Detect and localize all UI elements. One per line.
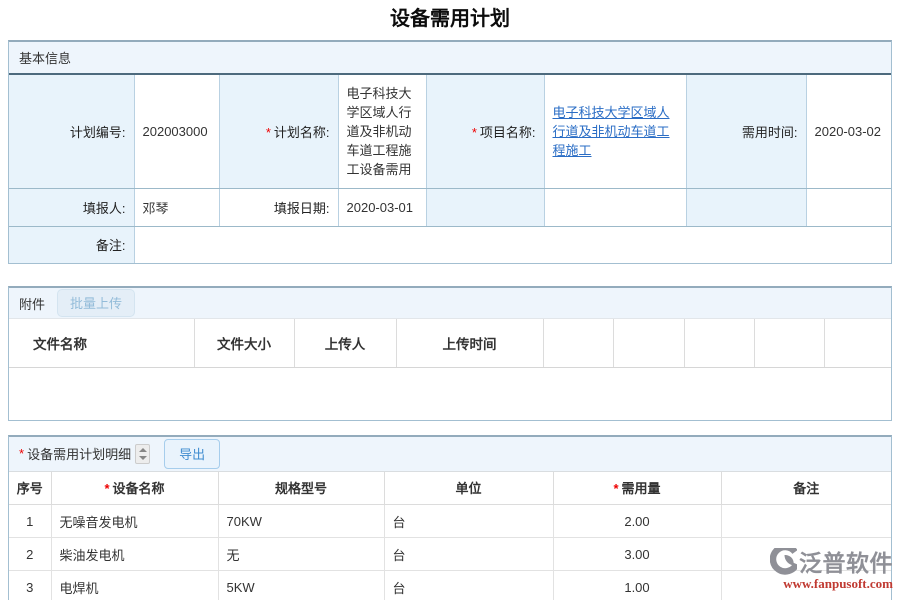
sort-spinner-icon[interactable] xyxy=(135,444,150,464)
detail-cell: 3 xyxy=(9,571,51,600)
detail-column-header: 备注 xyxy=(721,472,891,505)
detail-cell xyxy=(721,505,891,538)
required-mark: * xyxy=(104,481,109,496)
table-row: 3电焊机5KW台1.00 xyxy=(9,571,891,600)
basic-info-section-header: 基本信息 xyxy=(9,42,891,75)
attachments-column-header: 上传时间 xyxy=(396,319,543,367)
table-row: 1无噪音发电机70KW台2.00 xyxy=(9,505,891,538)
table-row: 备注: xyxy=(9,226,891,263)
attachments-column-header xyxy=(613,319,684,367)
attachments-header-row: 文件名称文件大小上传人上传时间 xyxy=(9,319,891,367)
attachments-column-header xyxy=(754,319,824,367)
reporter-label: 填报人: xyxy=(9,188,134,226)
detail-cell xyxy=(721,538,891,571)
attachments-section-title: 附件 xyxy=(19,294,45,313)
project-name-label: *项目名称: xyxy=(426,75,544,188)
attachments-column-header xyxy=(543,319,613,367)
detail-cell: 70KW xyxy=(218,505,384,538)
attachments-section: 附件 批量上传 文件名称文件大小上传人上传时间 xyxy=(8,286,892,421)
detail-cell: 台 xyxy=(384,505,553,538)
required-mark: * xyxy=(472,125,477,140)
detail-section-header: * 设备需用计划明细 导出 xyxy=(9,437,891,472)
required-mark: * xyxy=(19,446,24,461)
required-mark: * xyxy=(613,481,618,496)
detail-column-header: 规格型号 xyxy=(218,472,384,505)
table-row: 填报人: 邓琴 填报日期: 2020-03-01 xyxy=(9,188,891,226)
attachments-section-header: 附件 批量上传 xyxy=(9,288,891,319)
attachments-empty-body xyxy=(9,368,891,420)
detail-cell: 5KW xyxy=(218,571,384,600)
project-name-link[interactable]: 电子科技大学区域人行道及非机动车道工程施工 xyxy=(553,105,670,158)
detail-column-header: *设备名称 xyxy=(51,472,218,505)
basic-info-section-title: 基本信息 xyxy=(19,48,71,67)
detail-cell: 无 xyxy=(218,538,384,571)
detail-header-row: 序号*设备名称规格型号单位*需用量备注 xyxy=(9,472,891,505)
remark-label: 备注: xyxy=(9,226,134,263)
detail-cell: 1.00 xyxy=(553,571,721,600)
project-name-cell: 电子科技大学区域人行道及非机动车道工程施工 xyxy=(544,75,686,188)
plan-name-value: 电子科技大学区域人行道及非机动车道工程施工设备需用 xyxy=(338,75,426,188)
detail-cell xyxy=(721,571,891,600)
detail-cell: 3.00 xyxy=(553,538,721,571)
basic-info-table: 计划编号: 202003000 *计划名称: 电子科技大学区域人行道及非机动车道… xyxy=(9,75,891,263)
detail-cell: 1 xyxy=(9,505,51,538)
detail-cell: 柴油发电机 xyxy=(51,538,218,571)
need-time-value: 2020-03-02 xyxy=(806,75,891,188)
detail-cell: 无噪音发电机 xyxy=(51,505,218,538)
page-title: 设备需用计划 xyxy=(0,7,900,31)
need-time-label: 需用时间: xyxy=(686,75,806,188)
empty-label-cell xyxy=(426,188,544,226)
detail-section: * 设备需用计划明细 导出 序号*设备名称规格型号单位*需用量备注 1无噪音发电… xyxy=(8,435,892,600)
empty-value-cell xyxy=(544,188,686,226)
detail-cell: 电焊机 xyxy=(51,571,218,600)
remark-value xyxy=(134,226,891,263)
attachments-table: 文件名称文件大小上传人上传时间 xyxy=(9,319,891,368)
attachments-column-header xyxy=(824,319,891,367)
detail-column-header: 序号 xyxy=(9,472,51,505)
attachments-column-header: 文件大小 xyxy=(194,319,294,367)
table-row: 2柴油发电机无台3.00 xyxy=(9,538,891,571)
reporter-value: 邓琴 xyxy=(134,188,219,226)
attachments-column-header: 上传人 xyxy=(294,319,396,367)
export-button[interactable]: 导出 xyxy=(164,439,220,469)
detail-cell: 2.00 xyxy=(553,505,721,538)
plan-no-value: 202003000 xyxy=(134,75,219,188)
table-row: 计划编号: 202003000 *计划名称: 电子科技大学区域人行道及非机动车道… xyxy=(9,75,891,188)
empty-label-cell xyxy=(686,188,806,226)
detail-cell: 台 xyxy=(384,571,553,600)
attachments-column-header: 文件名称 xyxy=(9,319,194,367)
detail-table: 序号*设备名称规格型号单位*需用量备注 1无噪音发电机70KW台2.002柴油发… xyxy=(9,472,891,600)
detail-section-title: 设备需用计划明细 xyxy=(27,444,131,463)
attachments-column-header xyxy=(684,319,754,367)
report-date-label: 填报日期: xyxy=(219,188,338,226)
detail-column-header: *需用量 xyxy=(553,472,721,505)
arrow-down-icon xyxy=(139,456,147,460)
report-date-value: 2020-03-01 xyxy=(338,188,426,226)
plan-no-label: 计划编号: xyxy=(9,75,134,188)
batch-upload-button[interactable]: 批量上传 xyxy=(57,289,135,317)
detail-cell: 台 xyxy=(384,538,553,571)
required-mark: * xyxy=(266,125,271,140)
detail-cell: 2 xyxy=(9,538,51,571)
empty-value-cell xyxy=(806,188,891,226)
plan-name-label: *计划名称: xyxy=(219,75,338,188)
detail-column-header: 单位 xyxy=(384,472,553,505)
arrow-up-icon xyxy=(139,448,147,452)
basic-info-section: 基本信息 计划编号: 202003000 *计划名称: 电子科技大学区域人行道及… xyxy=(8,40,892,264)
